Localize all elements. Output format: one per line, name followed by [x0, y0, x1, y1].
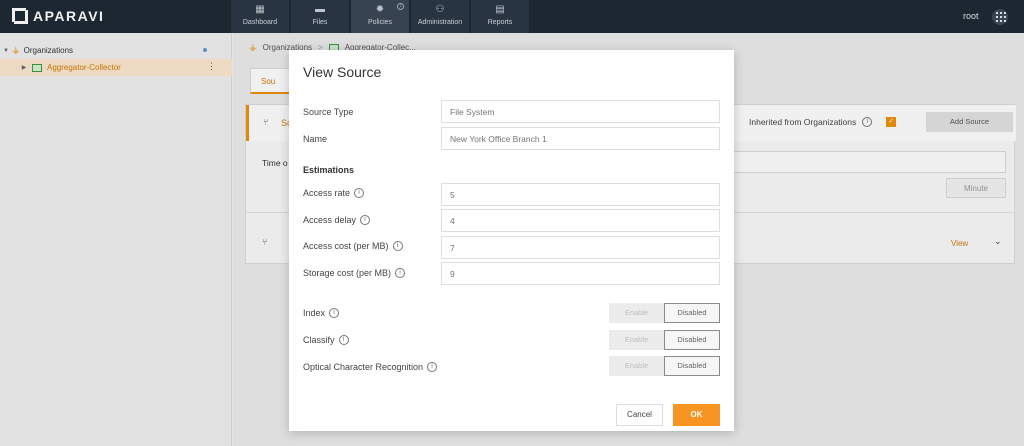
access-delay-field[interactable] — [441, 209, 720, 232]
classify-disabled-button[interactable]: Disabled — [664, 330, 720, 350]
index-enable-button[interactable]: Enable — [609, 303, 664, 323]
info-icon[interactable]: i — [395, 268, 406, 278]
index-disabled-button[interactable]: Disabled — [664, 303, 720, 323]
info-icon[interactable]: i — [392, 241, 403, 251]
classify-enable-button[interactable]: Enable — [609, 330, 664, 350]
ocr-toggle: Enable Disabled — [609, 356, 720, 376]
index-label: Index i — [303, 308, 340, 318]
index-label-text: Index — [303, 308, 326, 318]
access-rate-label-text: Access rate — [303, 188, 351, 198]
estimations-heading-text: Estimations — [303, 165, 355, 175]
ocr-disabled-button[interactable]: Disabled — [664, 356, 720, 376]
access-cost-label-text: Access cost (per MB) — [303, 241, 389, 251]
access-cost-label: Access cost (per MB) i — [303, 241, 403, 251]
access-delay-label: Access delay i — [303, 215, 371, 225]
access-cost-field[interactable] — [441, 236, 720, 259]
name-field[interactable] — [441, 127, 720, 150]
access-rate-label: Access rate i — [303, 188, 365, 198]
info-icon[interactable]: i — [329, 308, 340, 318]
access-delay-label-text: Access delay — [303, 215, 357, 225]
ok-button[interactable]: OK — [673, 404, 720, 426]
classify-label: Classify i — [303, 335, 349, 345]
cancel-button[interactable]: Cancel — [616, 404, 663, 426]
info-icon[interactable]: i — [427, 362, 438, 372]
estimations-heading: Estimations — [303, 165, 354, 175]
name-label-text: Name — [303, 134, 328, 144]
storage-cost-label-text: Storage cost (per MB) — [303, 268, 392, 278]
storage-cost-field[interactable] — [441, 262, 720, 285]
ocr-label-text: Optical Character Recognition — [303, 362, 424, 372]
index-toggle: Enable Disabled — [609, 303, 720, 323]
storage-cost-label: Storage cost (per MB) i — [303, 268, 406, 278]
source-type-field[interactable] — [441, 100, 720, 123]
info-icon[interactable]: i — [360, 215, 371, 225]
access-rate-field[interactable] — [441, 183, 720, 206]
view-source-dialog: View Source Source Type Name Estimations… — [289, 50, 734, 431]
name-label: Name — [303, 134, 327, 144]
info-icon[interactable]: i — [354, 188, 365, 198]
source-type-label: Source Type — [303, 107, 353, 117]
ocr-label: Optical Character Recognition i — [303, 362, 438, 372]
info-icon[interactable]: i — [338, 335, 349, 345]
classify-toggle: Enable Disabled — [609, 330, 720, 350]
classify-label-text: Classify — [303, 335, 335, 345]
ocr-enable-button[interactable]: Enable — [609, 356, 664, 376]
source-type-label-text: Source Type — [303, 107, 354, 117]
dialog-title: View Source — [303, 64, 382, 80]
